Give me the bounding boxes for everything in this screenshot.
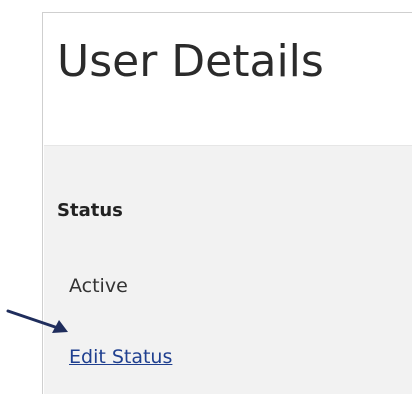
user-details-panel: User Details Status Active Edit Status xyxy=(42,12,412,394)
status-value: Active xyxy=(69,275,128,297)
edit-status-link[interactable]: Edit Status xyxy=(69,346,172,368)
annotation-arrow-icon xyxy=(6,309,68,333)
status-label: Status xyxy=(57,200,123,221)
status-section: Status Active Edit Status xyxy=(44,145,412,394)
screenshot-canvas: User Details Status Active Edit Status xyxy=(0,0,412,394)
page-title: User Details xyxy=(57,36,324,87)
